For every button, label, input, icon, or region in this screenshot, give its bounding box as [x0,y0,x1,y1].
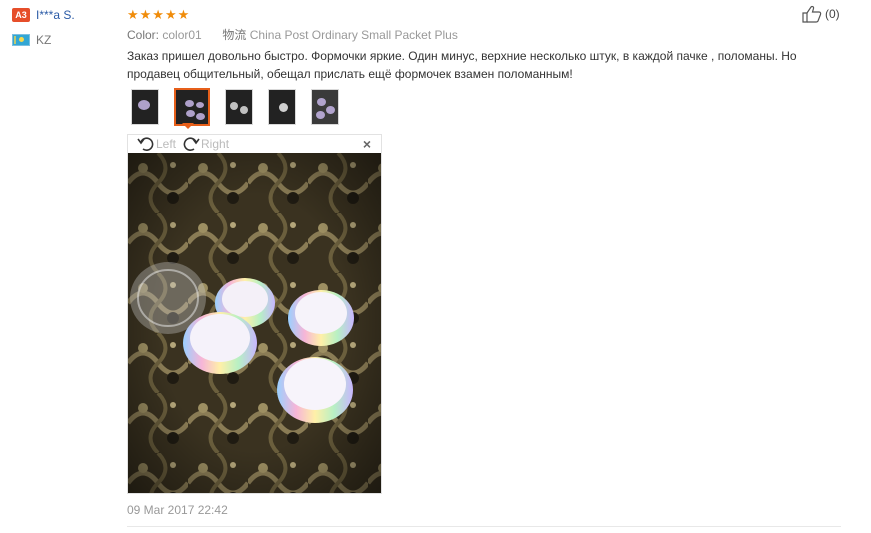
rotate-left-button[interactable]: Left [137,136,176,152]
shipping-value: China Post Ordinary Small Packet Plus [249,28,458,42]
rotate-right-icon [183,137,200,151]
rotate-left-label: Left [156,137,177,151]
helpful-button[interactable]: (0) [802,5,840,23]
thumbs-up-icon [802,5,822,23]
rotate-right-label: Right [201,137,230,151]
review-date: 09 Mar 2017 22:42 [127,503,228,517]
photo-viewer: Left Right × [127,134,382,494]
review-photo-large [128,153,381,493]
review-photo-thumbnail[interactable] [311,89,339,125]
helpful-count: (0) [825,7,840,21]
color-label: Color: [127,28,160,42]
review-photo-thumbnail[interactable] [225,89,253,125]
color-value: color01 [162,28,202,42]
active-thumbnail-pointer [182,123,194,129]
reviewer-name[interactable]: I***a S. [36,8,75,22]
rotate-right-button[interactable]: Right [182,136,229,152]
cupcake-liners-photo [128,153,381,493]
star-rating: ★★★★★ [127,7,191,22]
reviewer-country-row: KZ [12,31,122,49]
review-attributes: Color: color01 物流 China Post Ordinary Sm… [127,26,458,43]
photo-viewer-toolbar: Left Right × [128,135,381,153]
review-thumbnails [131,88,354,126]
review-photo-thumbnail[interactable] [268,89,296,125]
review-content: ★★★★★ (0) Color: color01 物流 China Post O… [127,0,841,533]
reviewer-name-row: A3 I***a S. [12,6,122,24]
shipping-label: 物流 [222,28,247,42]
rotate-left-icon [137,137,154,151]
review-photo-thumbnail[interactable] [131,89,159,125]
reviewer-level-badge: A3 [12,8,30,22]
reviewer-country: KZ [36,33,52,47]
kz-flag-icon [12,34,30,46]
close-viewer-button[interactable]: × [363,136,371,152]
review-divider [127,526,841,527]
review-text: Заказ пришел довольно быстро. Формочки я… [127,49,797,81]
review-photo-thumbnail-active[interactable] [174,88,210,126]
reviewer-info: A3 I***a S. KZ [12,6,122,56]
